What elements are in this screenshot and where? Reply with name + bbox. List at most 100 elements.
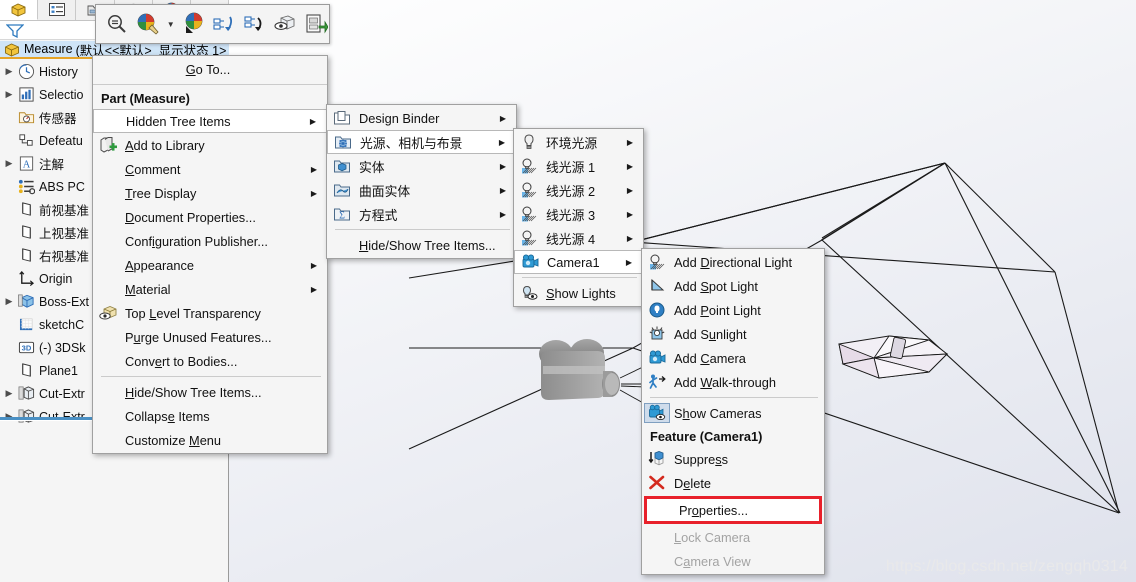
- go-to-label-rest: o To...: [195, 62, 231, 77]
- menu-item-show-cameras[interactable]: Show Cameras: [642, 401, 824, 425]
- hide-show-button[interactable]: [272, 10, 299, 38]
- tree-item-label: 右视基准: [39, 250, 90, 264]
- menu-item-label: Purge Unused Features...: [125, 329, 272, 345]
- menu-item-线光源-2[interactable]: 线光源 2 ▶: [514, 178, 643, 202]
- menu-item-document-properties[interactable]: Document Properties...: [93, 205, 327, 229]
- equations-icon: Σ: [329, 205, 355, 223]
- menu-item-top-level-transparency[interactable]: Top Level Transparency: [93, 301, 327, 325]
- menu-item-comment[interactable]: Comment ▶: [93, 157, 327, 181]
- menu-item-purge-unused-features[interactable]: Purge Unused Features...: [93, 325, 327, 349]
- rollback-button[interactable]: [211, 10, 238, 38]
- sketch-icon: [19, 318, 32, 331]
- menu-item-material[interactable]: Material ▶: [93, 277, 327, 301]
- menu-item-show-lights[interactable]: Show Lights: [514, 281, 643, 305]
- menu-item-properties[interactable]: Properties...: [644, 496, 822, 524]
- appearance-button[interactable]: [135, 10, 162, 38]
- part-context-menu: Go To... Part (Measure) Hidden Tree Item…: [92, 55, 328, 454]
- tree-item-label: 前视基准: [39, 204, 90, 218]
- plane-icon: [21, 202, 31, 216]
- menu-item-hide-show-tree-items[interactable]: Hide/Show Tree Items...: [93, 380, 327, 404]
- solid-bodies-icon: [334, 160, 350, 173]
- chevron-right-icon: ▶: [310, 164, 317, 174]
- menu-item-add-spot-light[interactable]: Add Spot Light: [642, 274, 824, 298]
- origin-icon: [18, 271, 34, 287]
- menu-item-光源-相机与布景[interactable]: 光源、相机与布景 ▶: [327, 130, 516, 154]
- tree-item-label: Selectio: [39, 87, 84, 102]
- menu-item-add-directional-light[interactable]: Add Directional Light: [642, 250, 824, 274]
- chevron-right-icon[interactable]: ▶: [2, 388, 16, 399]
- menu-item-实体[interactable]: 实体 ▶: [327, 154, 516, 178]
- chevron-right-icon: ▶: [310, 188, 317, 198]
- property-manager-tab[interactable]: [38, 0, 77, 20]
- camera-3d-model[interactable]: [525, 338, 645, 418]
- menu-item-add-to-library[interactable]: Add to Library: [93, 133, 327, 157]
- menu-item-add-sunlight[interactable]: Add Sunlight: [642, 322, 824, 346]
- tree-item-label: Cut-Extr: [39, 386, 85, 401]
- part-document-icon: [5, 43, 19, 56]
- menu-item-suppress[interactable]: Suppress: [642, 447, 824, 471]
- lights-cameras-scene-menu: 环境光源 ▶ 线光源 1 ▶ 线光源 2 ▶ 线光源 3 ▶ 线光源 4 ▶ Camera1 ▶ Sho…: [513, 128, 644, 307]
- menu-item-add-point-light[interactable]: Add Point Light: [642, 298, 824, 322]
- change-transparency-button[interactable]: [180, 10, 207, 38]
- open-document-button[interactable]: [302, 10, 329, 38]
- menu-item-label: 光源、相机与布景: [360, 135, 463, 151]
- menu-item-label: Material: [125, 281, 171, 297]
- chevron-right-icon: ▶: [626, 233, 633, 243]
- sunlight-icon: [649, 326, 665, 340]
- feature-manager-tab[interactable]: [0, 0, 39, 20]
- menu-item-appearance[interactable]: Appearance ▶: [93, 253, 327, 277]
- rollback-icon: [213, 16, 233, 31]
- menu-item-hidden-tree-items[interactable]: Hidden Tree Items ▶: [93, 109, 327, 133]
- menu-item-线光源-3[interactable]: 线光源 3 ▶: [514, 202, 643, 226]
- chevron-right-icon[interactable]: ▶: [2, 89, 16, 100]
- chevron-right-icon: ▶: [499, 185, 506, 195]
- menu-item-collapse-items[interactable]: Collapse Items: [93, 404, 327, 428]
- menu-item-方程式[interactable]: Σ 方程式 ▶: [327, 202, 516, 226]
- menu-item-label: Properties...: [679, 502, 748, 518]
- menu-item-线光源-4[interactable]: 线光源 4 ▶: [514, 226, 643, 250]
- menu-item-线光源-1[interactable]: 线光源 1 ▶: [514, 154, 643, 178]
- design-binder-icon: [329, 109, 355, 127]
- menu-item-环境光源[interactable]: 环境光源 ▶: [514, 130, 643, 154]
- menu-item-label: 实体: [359, 159, 385, 175]
- menu-item-delete[interactable]: Delete: [642, 471, 824, 495]
- menu-item-camera-view: Camera View: [642, 549, 824, 573]
- annotations-icon: A: [16, 155, 36, 172]
- menu-separator: [522, 277, 637, 278]
- menu-header-feature-camera1: Feature (Camera1): [650, 428, 763, 444]
- zoom-to-selection-button[interactable]: [104, 10, 131, 38]
- chevron-right-icon: ▶: [499, 161, 506, 171]
- menu-separator: [101, 376, 321, 377]
- menu-item-label: Configuration Publisher...: [125, 233, 268, 249]
- add-to-library-icon: [95, 136, 121, 154]
- menu-item-add-walk-through[interactable]: Add Walk-through: [642, 370, 824, 394]
- appearance-dropdown[interactable]: ▼: [165, 10, 176, 38]
- menu-item-design-binder[interactable]: Design Binder ▶: [327, 106, 516, 130]
- menu-item-tree-display[interactable]: Tree Display ▶: [93, 181, 327, 205]
- directional-light-icon: [522, 206, 537, 222]
- menu-item-list: 环境光源 ▶ 线光源 1 ▶ 线光源 2 ▶ 线光源 3 ▶ 线光源 4 ▶ Camera1 ▶ Sho…: [514, 130, 643, 305]
- menu-item-go-to[interactable]: Go To...: [93, 57, 327, 82]
- menu-item-lock-camera: Lock Camera: [642, 525, 824, 549]
- menu-item-hide-show-tree-items[interactable]: Hide/Show Tree Items...: [327, 233, 516, 257]
- menu-item-add-camera[interactable]: Add Camera: [642, 346, 824, 370]
- lights-folder-icon: [335, 136, 351, 149]
- boss-extrude-icon: [16, 293, 36, 310]
- parent-child-button[interactable]: [241, 10, 268, 38]
- chevron-right-icon[interactable]: ▶: [2, 66, 16, 77]
- menu-item-convert-to-bodies[interactable]: Convert to Bodies...: [93, 349, 327, 373]
- 3dsketch-icon: 3D: [18, 341, 34, 354]
- menu-item-customize-menu[interactable]: Customize Menu: [93, 428, 327, 452]
- boss-extrude-icon: [17, 294, 34, 308]
- plane-icon: [16, 224, 36, 241]
- menu-item-label: Customize Menu: [125, 432, 222, 448]
- menu-item-list-bottom: Suppress Delete Properties... Lock Camera Ca…: [642, 447, 824, 573]
- chevron-right-icon[interactable]: ▶: [2, 296, 16, 307]
- svg-text:A: A: [22, 159, 30, 170]
- menu-item-曲面实体[interactable]: 曲面实体 ▶: [327, 178, 516, 202]
- menu-item-configuration-publisher[interactable]: Configuration Publisher...: [93, 229, 327, 253]
- menu-item-label: Convert to Bodies...: [125, 353, 238, 369]
- menu-item-camera1[interactable]: Camera1 ▶: [514, 250, 643, 274]
- chevron-right-icon[interactable]: ▶: [2, 158, 16, 169]
- defeature-icon: [18, 134, 33, 146]
